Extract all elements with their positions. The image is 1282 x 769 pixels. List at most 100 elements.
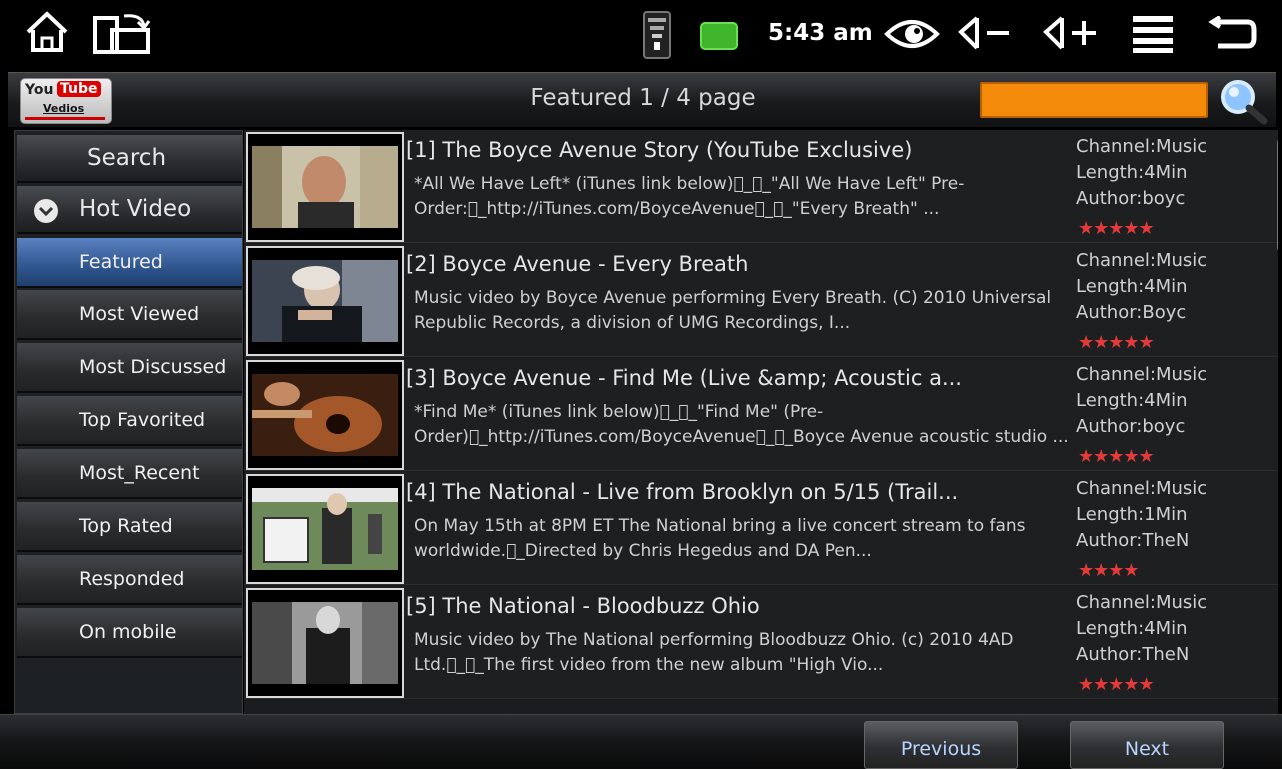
- sidebar-item-featured[interactable]: Featured: [17, 238, 242, 288]
- sidebar: Search Hot Video Featured Most Viewed Mo…: [14, 130, 243, 714]
- sidebar-item-label: Top Favorited: [79, 409, 206, 431]
- video-length: Length:4Min: [1076, 162, 1188, 183]
- thumbnail-image: [252, 488, 398, 570]
- wifi-icon: [643, 11, 671, 59]
- volume-up-icon[interactable]: [1040, 14, 1102, 54]
- back-icon[interactable]: [1208, 16, 1258, 52]
- youtube-logo: You Tube Vedios: [20, 78, 112, 124]
- sidebar-item-label: Most_Recent: [79, 462, 200, 484]
- video-thumbnail[interactable]: [246, 474, 404, 584]
- video-meta: Channel:Music Length:1Min Author:TheN: [1076, 476, 1276, 554]
- sidebar-item-on-mobile[interactable]: On mobile: [17, 608, 242, 658]
- video-length: Length:4Min: [1076, 276, 1188, 297]
- video-row-1[interactable]: [1] The Boyce Avenue Story (YouTube Excl…: [244, 130, 1278, 243]
- next-button-label: Next: [1124, 738, 1170, 760]
- sidebar-item-top-favorited[interactable]: Top Favorited: [17, 396, 242, 446]
- volume-down-icon[interactable]: [955, 14, 1017, 54]
- rating-stars: ★★★★★: [1078, 218, 1155, 239]
- app-header: You Tube Vedios Featured 1 / 4 page: [8, 72, 1276, 128]
- status-bar: 5:43 am: [0, 0, 1282, 70]
- previous-button-label: Previous: [900, 738, 982, 760]
- rating-stars: ★★★★: [1078, 560, 1140, 581]
- video-meta: Channel:Music Length:4Min Author:Boyc: [1076, 248, 1276, 326]
- previous-button[interactable]: Previous: [864, 721, 1018, 769]
- sidebar-item-label: On mobile: [79, 621, 177, 643]
- sidebar-item-most-recent[interactable]: Most_Recent: [17, 449, 242, 499]
- sidebar-item-label: Top Rated: [79, 515, 173, 537]
- sidebar-item-responded[interactable]: Responded: [17, 555, 242, 605]
- rating-stars: ★★★★★: [1078, 446, 1155, 467]
- clock: 5:43 am: [768, 20, 873, 46]
- video-description: *Find Me* (iTunes link below) _ _"Find M…: [414, 402, 1069, 447]
- logo-you-text: You: [25, 82, 54, 98]
- rating-stars: ★★★★★: [1078, 332, 1155, 353]
- video-author: Author:Boyc: [1076, 302, 1187, 323]
- search-button-label: Search: [87, 145, 167, 171]
- next-button[interactable]: Next: [1070, 721, 1224, 769]
- video-length: Length:4Min: [1076, 618, 1188, 639]
- sidebar-item-label: Most Viewed: [79, 303, 200, 325]
- video-description: On May 15th at 8PM ET The National bring…: [414, 516, 1026, 561]
- search-input[interactable]: [980, 82, 1208, 118]
- eye-icon[interactable]: [884, 16, 940, 52]
- search-icon[interactable]: [1214, 77, 1270, 125]
- sidebar-item-most-discussed[interactable]: Most Discussed: [17, 343, 242, 393]
- video-author: Author:TheN: [1076, 644, 1190, 665]
- video-title[interactable]: [1] The Boyce Avenue Story (YouTube Excl…: [406, 138, 1066, 162]
- video-row-5[interactable]: [5] The National - Bloodbuzz Ohio Music …: [244, 586, 1278, 699]
- video-title[interactable]: [4] The National - Live from Brooklyn on…: [406, 480, 1066, 504]
- list-scrollbar[interactable]: [1277, 140, 1278, 250]
- video-description: Music video by The National performing B…: [414, 630, 1014, 675]
- thumbnail-image: [252, 146, 398, 228]
- chevron-down-icon: [34, 199, 58, 223]
- hot-video-toggle[interactable]: Hot Video: [17, 186, 242, 234]
- video-channel: Channel:Music: [1076, 478, 1208, 499]
- sidebar-item-label: Responded: [79, 568, 185, 590]
- sidebar-item-label: Most Discussed: [79, 356, 227, 378]
- rotate-screen-icon[interactable]: [92, 12, 154, 56]
- video-channel: Channel:Music: [1076, 250, 1208, 271]
- video-channel: Channel:Music: [1076, 364, 1208, 385]
- thumbnail-image: [252, 374, 398, 456]
- search-button[interactable]: Search: [17, 135, 242, 183]
- thumbnail-image: [252, 602, 398, 684]
- video-description: *All We Have Left* (iTunes link below) _…: [414, 174, 965, 219]
- video-meta: Channel:Music Length:4Min Author:TheN: [1076, 590, 1276, 668]
- video-title[interactable]: [3] Boyce Avenue - Find Me (Live &amp; A…: [406, 366, 1066, 390]
- sidebar-item-label: Featured: [79, 251, 163, 273]
- video-length: Length:1Min: [1076, 504, 1188, 525]
- video-length: Length:4Min: [1076, 390, 1188, 411]
- video-thumbnail[interactable]: [246, 132, 404, 242]
- video-row-partial[interactable]: [244, 697, 1278, 714]
- video-description: Music video by Boyce Avenue performing E…: [414, 288, 1052, 333]
- video-thumbnail[interactable]: [246, 588, 404, 698]
- sidebar-item-top-rated[interactable]: Top Rated: [17, 502, 242, 552]
- home-icon[interactable]: [24, 10, 70, 54]
- video-author: Author:boyc: [1076, 188, 1186, 209]
- video-author: Author:TheN: [1076, 530, 1190, 551]
- video-thumbnail[interactable]: [246, 246, 404, 356]
- sidebar-item-most-viewed[interactable]: Most Viewed: [17, 290, 242, 340]
- logo-tube-text: Tube: [57, 81, 101, 97]
- logo-bar: [25, 117, 105, 120]
- video-meta: Channel:Music Length:4Min Author:boyc: [1076, 134, 1276, 212]
- page-title: Featured 1 / 4 page: [530, 85, 756, 111]
- video-title[interactable]: [5] The National - Bloodbuzz Ohio: [406, 594, 1066, 618]
- rating-stars: ★★★★★: [1078, 674, 1155, 695]
- video-channel: Channel:Music: [1076, 136, 1208, 157]
- battery-icon: [700, 22, 738, 50]
- video-thumbnail[interactable]: [246, 360, 404, 470]
- video-row-2[interactable]: [2] Boyce Avenue - Every Breath Music vi…: [244, 244, 1278, 357]
- hot-video-label: Hot Video: [79, 196, 192, 222]
- video-row-3[interactable]: [3] Boyce Avenue - Find Me (Live &amp; A…: [244, 358, 1278, 471]
- video-row-4[interactable]: [4] The National - Live from Brooklyn on…: [244, 472, 1278, 585]
- video-author: Author:boyc: [1076, 416, 1186, 437]
- menu-icon[interactable]: [1131, 14, 1175, 54]
- video-title[interactable]: [2] Boyce Avenue - Every Breath: [406, 252, 1066, 276]
- thumbnail-image: [252, 260, 398, 342]
- bottom-bar: Previous Next: [0, 714, 1282, 769]
- video-meta: Channel:Music Length:4Min Author:boyc: [1076, 362, 1276, 440]
- logo-subtitle: Vedios: [43, 102, 85, 115]
- video-channel: Channel:Music: [1076, 592, 1208, 613]
- video-list: [1] The Boyce Avenue Story (YouTube Excl…: [244, 130, 1278, 714]
